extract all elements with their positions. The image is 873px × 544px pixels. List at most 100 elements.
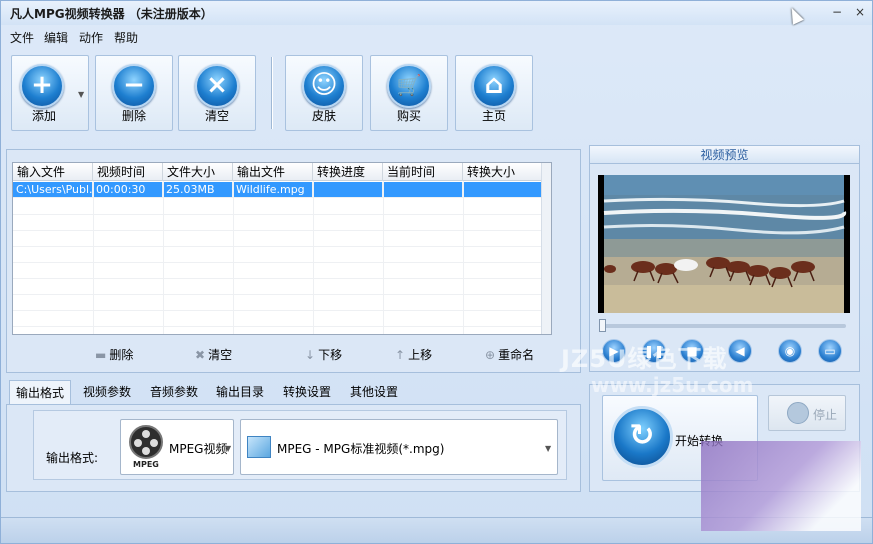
column-divider [383, 181, 384, 334]
minus-icon: − [112, 64, 156, 108]
move-up-label: 上移 [408, 348, 433, 362]
home-button[interactable]: ⌂ 主页 [455, 55, 533, 131]
close-button[interactable]: × [850, 3, 870, 21]
clear-label: 清空 [204, 109, 229, 123]
list-clear-button[interactable]: ✖ 清空 [195, 346, 232, 363]
stop-button[interactable]: 停止 [768, 395, 846, 431]
cell-video-time: 00:00:30 [93, 182, 163, 198]
home-icon: ⌂ [472, 64, 516, 108]
preview-frame [598, 175, 850, 313]
list-delete-button[interactable]: ▬ 删除 [95, 346, 133, 363]
column-divider [463, 181, 464, 334]
toolbar: + ▼ 添加 − 删除 × 清空 ☺ 皮肤 🛒 购买 ⌂ 主页 [1, 49, 872, 135]
tab-video-params[interactable]: 视频参数 [77, 380, 137, 404]
home-label: 主页 [481, 109, 506, 123]
col-input-file[interactable]: 输入文件 [13, 163, 93, 181]
film-reel-icon [129, 425, 163, 459]
delete-label: 删除 [121, 109, 146, 123]
delete-button[interactable]: − 删除 [95, 55, 173, 131]
pixelated-overlay [701, 441, 861, 531]
close-icon: ✖ [195, 348, 206, 362]
minimize-button[interactable]: − [827, 3, 847, 21]
format-category-select[interactable]: MPEG MPEG视频 ▼ [120, 419, 234, 475]
tab-convert-settings[interactable]: 转换设置 [277, 380, 337, 404]
format-profile-value: MPEG - MPG标准视频(*.mpg) [277, 442, 445, 456]
folder-icon[interactable]: ▭ [818, 339, 842, 363]
tab-other-settings[interactable]: 其他设置 [344, 380, 404, 404]
rename-icon: ⊕ [485, 348, 496, 362]
skin-button[interactable]: ☺ 皮肤 [285, 55, 363, 131]
format-group: 输出格式: MPEG MPEG视频 ▼ MPEG - MPG标准视频(*.mpg… [33, 410, 567, 480]
chevron-down-icon: ▼ [225, 444, 232, 453]
col-file-size[interactable]: 文件大小 [163, 163, 233, 181]
tab-output-dir[interactable]: 输出目录 [210, 380, 270, 404]
cell-file-size: 25.03MB [163, 182, 233, 198]
buy-label: 购买 [396, 109, 421, 123]
column-divider [93, 181, 94, 334]
title-bar: 凡人MPG视频转换器 （未注册版本） − × [1, 1, 872, 25]
close-icon: × [195, 64, 239, 108]
minus-icon: ▬ [95, 348, 107, 362]
file-table: 输入文件 视频时间 文件大小 输出文件 转换进度 当前时间 转换大小 C:\Us… [12, 162, 552, 335]
format-profile-select[interactable]: MPEG - MPG标准视频(*.mpg) ▼ [240, 419, 558, 475]
table-header: 输入文件 视频时间 文件大小 输出文件 转换进度 当前时间 转换大小 [13, 163, 551, 181]
col-progress[interactable]: 转换进度 [313, 163, 383, 181]
volume-icon[interactable]: ◀ [728, 339, 752, 363]
stop-icon [787, 402, 809, 424]
cell-input-file: C:\Users\Publ... [13, 182, 93, 198]
watermark-url: www.jz5u.com [591, 373, 754, 397]
tab-audio-params[interactable]: 音频参数 [144, 380, 204, 404]
cart-icon: 🛒 [387, 64, 431, 108]
rename-label: 重命名 [498, 348, 535, 362]
format-category-value: MPEG视频 [169, 442, 228, 456]
col-video-time[interactable]: 视频时间 [93, 163, 163, 181]
clear-button[interactable]: × 清空 [178, 55, 256, 131]
col-converted-size[interactable]: 转换大小 [463, 163, 543, 181]
column-divider [233, 181, 234, 334]
arrow-down-icon: ↓ [305, 348, 316, 362]
cell-output-file: Wildlife.mpg [233, 182, 313, 198]
mpeg-tag: MPEG [133, 460, 159, 469]
menu-bar: 文件 编辑 动作 帮助 [1, 27, 872, 47]
seek-thumb[interactable] [599, 319, 606, 332]
output-format-panel: 输出格式: MPEG MPEG视频 ▼ MPEG - MPG标准视频(*.mpg… [6, 404, 581, 492]
file-list-panel: 输入文件 视频时间 文件大小 输出文件 转换进度 当前时间 转换大小 C:\Us… [6, 149, 581, 373]
tab-output-format[interactable]: 输出格式 [9, 380, 72, 404]
move-down-label: 下移 [318, 348, 343, 362]
video-preview[interactable] [598, 175, 850, 313]
convert-arrow-icon: ↻ [611, 406, 673, 468]
menu-file[interactable]: 文件 [10, 29, 34, 46]
skin-label: 皮肤 [311, 109, 336, 123]
cell-converted-size [463, 182, 543, 198]
stop-label: 停止 [813, 408, 838, 422]
preview-title: 视频预览 [590, 146, 859, 164]
column-divider [313, 181, 314, 334]
menu-edit[interactable]: 编辑 [44, 29, 68, 46]
menu-help[interactable]: 帮助 [114, 29, 138, 46]
cube-icon [247, 436, 271, 458]
chevron-down-icon: ▼ [545, 444, 552, 453]
move-down-button[interactable]: ↓ 下移 [305, 346, 342, 363]
cell-progress [313, 182, 383, 198]
window-title: 凡人MPG视频转换器 （未注册版本） [10, 7, 213, 21]
add-button[interactable]: + ▼ 添加 [11, 55, 89, 131]
rename-button[interactable]: ⊕ 重命名 [485, 346, 534, 363]
format-label: 输出格式: [46, 451, 99, 465]
menu-action[interactable]: 动作 [79, 29, 103, 46]
chevron-down-icon[interactable]: ▼ [78, 90, 84, 99]
cell-current-time [383, 182, 463, 198]
table-scrollbar[interactable] [541, 163, 551, 334]
video-preview-panel: 视频预览 ▶ ❚❚ ■ ◀ ◉ ▭ [589, 145, 860, 372]
watermark-text: JZ5U绿色下载 [561, 345, 728, 373]
toolbar-divider [271, 57, 273, 129]
move-up-button[interactable]: ↑ 上移 [395, 346, 432, 363]
col-current-time[interactable]: 当前时间 [383, 163, 463, 181]
list-clear-label: 清空 [208, 348, 233, 362]
list-actions-bar: ▬ 删除 ✖ 清空 ↓ 下移 ↑ 上移 ⊕ 重命名 [7, 346, 580, 366]
buy-button[interactable]: 🛒 购买 [370, 55, 448, 131]
app-window: 凡人MPG视频转换器 （未注册版本） − × 文件 编辑 动作 帮助 + ▼ 添… [0, 0, 873, 544]
snapshot-icon[interactable]: ◉ [778, 339, 802, 363]
column-divider [163, 181, 164, 334]
seek-slider[interactable] [599, 319, 846, 332]
col-output-file[interactable]: 输出文件 [233, 163, 313, 181]
